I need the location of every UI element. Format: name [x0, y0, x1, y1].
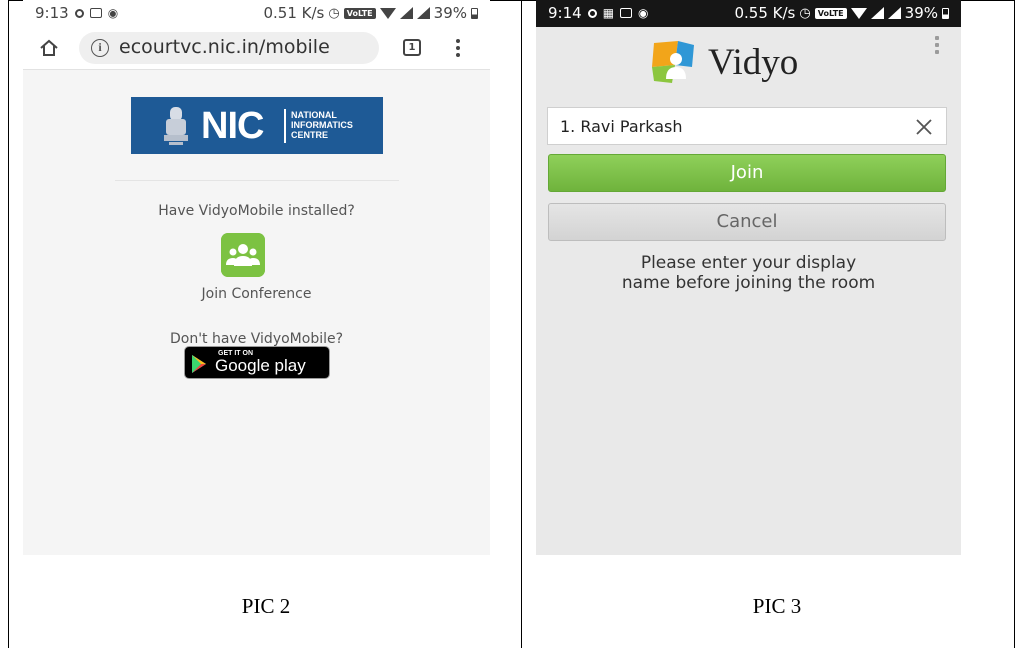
clear-icon[interactable] — [914, 117, 934, 137]
clock: 9:13 — [35, 4, 69, 22]
signal-icon — [870, 7, 884, 19]
browser-toolbar: i ecourtvc.nic.in/mobile 1 — [23, 26, 490, 70]
vidyo-wordmark: Vidyo — [708, 42, 799, 83]
browser-menu-icon[interactable] — [455, 39, 461, 57]
location-icon: ◉ — [107, 6, 119, 20]
google-play-badge[interactable]: GET IT ON Google play — [184, 346, 330, 379]
badge-store-text: Google play — [215, 356, 306, 375]
message-icon — [89, 8, 102, 18]
battery-percent: 39% — [904, 4, 938, 22]
message-icon — [620, 8, 633, 18]
caption-pic3: PIC 3 — [752, 594, 802, 618]
join-conference-label[interactable]: Join Conference — [23, 286, 490, 302]
google-play-icon — [192, 355, 206, 373]
nic-caption: NATIONAL INFORMATICS CENTRE — [291, 110, 353, 140]
overflow-menu-icon[interactable] — [934, 36, 940, 58]
notification-icon — [74, 8, 84, 18]
display-name-value[interactable]: 1. Ravi Parkash — [560, 117, 683, 136]
join-conference-icon[interactable] — [221, 233, 265, 277]
divider — [115, 180, 399, 181]
battery-icon — [471, 7, 478, 19]
signal-icon-2 — [887, 7, 901, 19]
home-icon[interactable] — [39, 38, 59, 58]
caption-pic2: PIC 2 — [241, 594, 291, 618]
signal-icon — [399, 7, 413, 19]
info-icon[interactable]: i — [91, 39, 109, 57]
table-middle-border — [521, 0, 522, 648]
pic3-screenshot: 9:14 ▦ ◉ 0.55 K/s ◷ VoLTE 39% Vidyo 1. R… — [536, 0, 961, 555]
location-icon: ◉ — [638, 6, 649, 20]
battery-percent: 39% — [433, 4, 467, 22]
battery-icon — [942, 7, 949, 19]
wifi-icon — [850, 7, 867, 19]
vidyo-logo-icon — [652, 41, 694, 83]
alarm-icon: ◷ — [799, 5, 811, 21]
have-installed-text: Have VidyoMobile installed? — [158, 203, 355, 219]
join-button[interactable]: Join — [548, 154, 946, 192]
cancel-button[interactable]: Cancel — [548, 203, 946, 241]
wifi-icon — [379, 7, 396, 19]
dont-have-text: Don't have VidyoMobile? — [169, 331, 344, 347]
pic2-screenshot: 9:13 ◉ 0.51 K/s ◷ VoLTE 39% i ecourtvc.n… — [23, 0, 490, 555]
tabs-count-icon[interactable]: 1 — [403, 39, 421, 56]
national-emblem-icon — [164, 107, 188, 145]
status-bar: 9:14 ▦ ◉ 0.55 K/s ◷ VoLTE 39% — [536, 0, 961, 27]
network-speed: 0.51 K/s — [263, 4, 325, 22]
display-name-field[interactable]: 1. Ravi Parkash — [547, 107, 947, 145]
alarm-icon: ◷ — [328, 5, 340, 21]
signal-icon-2 — [416, 7, 430, 19]
clock: 9:14 — [548, 4, 582, 22]
image-notification-icon: ▦ — [602, 6, 615, 20]
vidyo-logo: Vidyo — [648, 37, 848, 89]
volte-badge: VoLTE — [343, 7, 376, 19]
display-name-prompt: Please enter your display name before jo… — [621, 253, 876, 293]
volte-badge: VoLTE — [814, 7, 847, 19]
logo-divider — [284, 109, 286, 143]
address-bar[interactable]: i ecourtvc.nic.in/mobile — [79, 32, 379, 64]
nic-letters: NIC — [201, 105, 264, 147]
url-text[interactable]: ecourtvc.nic.in/mobile — [119, 36, 330, 58]
status-bar: 9:13 ◉ 0.51 K/s ◷ VoLTE 39% — [23, 0, 490, 26]
nic-logo: NIC NATIONAL INFORMATICS CENTRE — [131, 97, 383, 154]
network-speed: 0.55 K/s — [734, 4, 796, 22]
table-left-border — [8, 0, 9, 648]
notification-icon — [587, 8, 597, 18]
